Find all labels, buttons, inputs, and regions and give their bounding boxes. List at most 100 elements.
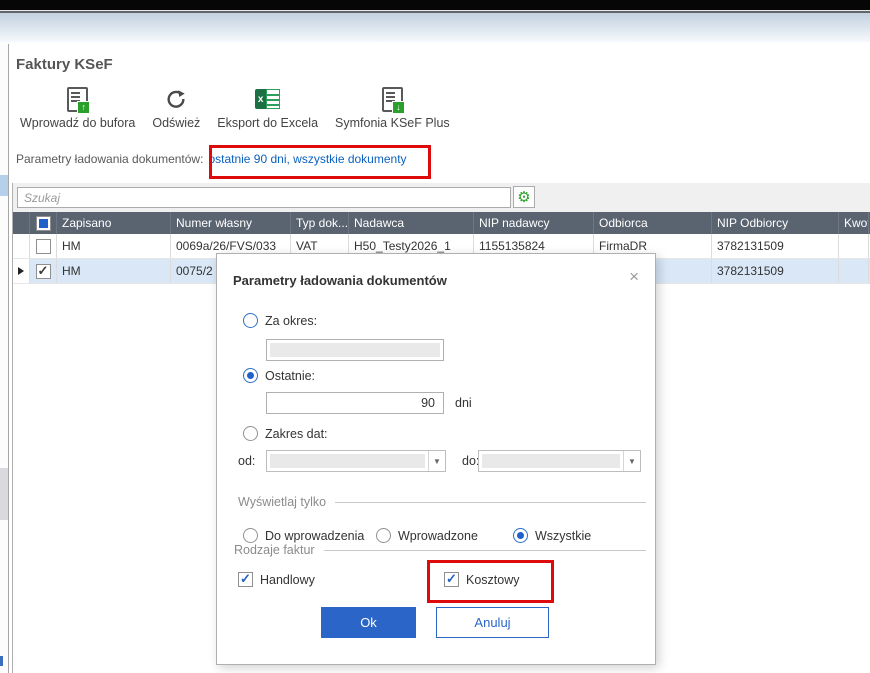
side-panel-thumb[interactable] [0, 468, 8, 520]
column-header-6[interactable]: Odbiorca [594, 212, 712, 234]
kosztowy-label: Kosztowy [466, 573, 520, 587]
load-params-link[interactable]: ostatnie 90 dni, wszystkie dokumenty [208, 152, 406, 166]
row-checkbox-cell [30, 234, 57, 258]
document-download-icon: ↓ [378, 86, 406, 112]
kosztowy-checkbox[interactable] [444, 572, 459, 587]
handlowy-label: Handlowy [260, 573, 315, 587]
wszystkie-radio[interactable] [513, 528, 528, 543]
wprowadzone-option[interactable]: Wprowadzone [376, 528, 478, 543]
do-wprowadzenia-label: Do wprowadzenia [265, 529, 364, 543]
date-from-label: od: [238, 454, 255, 468]
toolbar: ↑ Wprowadź do bufora Odśwież x Eksport d… [16, 84, 454, 132]
group-divider [335, 502, 646, 503]
ok-button[interactable]: Ok [321, 607, 416, 638]
date-to-combobox[interactable]: ▼ [478, 450, 641, 472]
chevron-down-icon[interactable]: ▼ [428, 451, 445, 471]
display-only-group: Wyświetlaj tylko [238, 495, 646, 509]
current-row-marker-icon [18, 267, 24, 275]
dialog-title: Parametry ładowania dokumentów [233, 273, 447, 288]
toolbar-button-label: Wprowadź do bufora [20, 116, 135, 130]
grid-header: ZapisanoNumer własnyTyp dok...NadawcaNIP… [13, 212, 870, 234]
refresh-icon [162, 86, 190, 112]
date-to-label: do: [462, 454, 479, 468]
import-to-buffer-button[interactable]: ↑ Wprowadź do bufora [16, 84, 139, 132]
ostatnie-unit-label: dni [455, 396, 472, 410]
ostatnie-days-input[interactable] [266, 392, 444, 414]
table-cell: 3782131509 [712, 259, 839, 283]
invoice-types-group-label: Rodzaje faktur [234, 543, 315, 557]
app-window: Faktury KSeF ↑ Wprowadź do bufora Odświe… [0, 0, 870, 673]
excel-icon: x [254, 86, 282, 112]
display-only-group-label: Wyświetlaj tylko [238, 495, 326, 509]
do-wprowadzenia-option[interactable]: Do wprowadzenia [243, 528, 364, 543]
zakres-dat-label: Zakres dat: [265, 427, 328, 441]
column-header-7[interactable]: NIP Odbiorcy [712, 212, 839, 234]
column-header-1[interactable]: Zapisano [57, 212, 171, 234]
column-header-2[interactable]: Numer własny [171, 212, 291, 234]
side-panel-highlight [0, 175, 8, 196]
close-icon[interactable]: × [629, 268, 639, 285]
symfonia-ksef-plus-button[interactable]: ↓ Symfonia KSeF Plus [331, 84, 454, 132]
za-okres-input [266, 339, 444, 361]
column-header-8[interactable]: Kwota [839, 212, 869, 234]
kosztowy-option[interactable]: Kosztowy [444, 572, 520, 587]
load-params-line: Parametry ładowania dokumentów: ostatnie… [16, 152, 407, 166]
za-okres-label: Za okres: [265, 314, 317, 328]
ostatnie-radio[interactable] [243, 368, 258, 383]
invoice-types-group: Rodzaje faktur [234, 543, 646, 557]
handlowy-option[interactable]: Handlowy [238, 572, 315, 587]
search-settings-button[interactable]: ⚙ [513, 186, 535, 208]
toolbar-button-label: Symfonia KSeF Plus [335, 116, 450, 130]
select-all-checkbox[interactable] [36, 216, 51, 231]
page-title: Faktury KSeF [16, 56, 113, 73]
column-header-5[interactable]: NIP nadawcy [474, 212, 594, 234]
side-panel-marker [0, 656, 3, 666]
row-checkbox[interactable] [36, 264, 51, 279]
table-cell [839, 259, 869, 283]
collapsed-side-panel[interactable] [0, 42, 8, 673]
row-checkbox[interactable] [36, 239, 51, 254]
document-upload-icon: ↑ [64, 86, 92, 112]
chevron-down-icon[interactable]: ▼ [623, 451, 640, 471]
table-cell: 3782131509 [712, 234, 839, 258]
row-selector-cell [13, 234, 30, 258]
handlowy-checkbox[interactable] [238, 572, 253, 587]
do-wprowadzenia-radio[interactable] [243, 528, 258, 543]
date-from-value [270, 454, 425, 468]
wprowadzone-radio[interactable] [376, 528, 391, 543]
load-params-label: Parametry ładowania dokumentów: [16, 152, 203, 166]
ostatnie-option[interactable]: Ostatnie: [243, 368, 315, 383]
toolbar-button-label: Eksport do Excela [217, 116, 318, 130]
wszystkie-option[interactable]: Wszystkie [513, 528, 591, 543]
select-all-cell [30, 212, 57, 234]
zakres-dat-radio[interactable] [243, 426, 258, 441]
date-to-value [482, 454, 620, 468]
row-checkbox-cell [30, 259, 57, 283]
export-to-excel-button[interactable]: x Eksport do Excela [213, 84, 322, 132]
za-okres-radio[interactable] [243, 313, 258, 328]
zakres-dat-option[interactable]: Zakres dat: [243, 426, 328, 441]
table-cell: HM [57, 234, 171, 258]
window-title-bar [0, 13, 870, 42]
search-input[interactable] [17, 187, 511, 208]
refresh-button[interactable]: Odśwież [148, 84, 204, 132]
filter-bar: ⚙ [13, 183, 870, 212]
column-header-4[interactable]: Nadawca [349, 212, 474, 234]
ostatnie-label: Ostatnie: [265, 369, 315, 383]
wszystkie-label: Wszystkie [535, 529, 591, 543]
cancel-button[interactable]: Anuluj [436, 607, 549, 638]
top-black-bar [0, 0, 870, 10]
table-cell [839, 234, 869, 258]
column-header-3[interactable]: Typ dok... [291, 212, 349, 234]
gear-icon: ⚙ [517, 190, 530, 205]
wprowadzone-label: Wprowadzone [398, 529, 478, 543]
row-selector-cell [13, 259, 30, 283]
toolbar-button-label: Odśwież [152, 116, 200, 130]
table-cell: HM [57, 259, 171, 283]
date-from-combobox[interactable]: ▼ [266, 450, 446, 472]
load-params-dialog: Parametry ładowania dokumentów × Za okre… [216, 253, 656, 665]
za-okres-option[interactable]: Za okres: [243, 313, 317, 328]
header-selector-cell [13, 212, 30, 234]
side-panel-border [8, 44, 9, 673]
group-divider [324, 550, 646, 551]
